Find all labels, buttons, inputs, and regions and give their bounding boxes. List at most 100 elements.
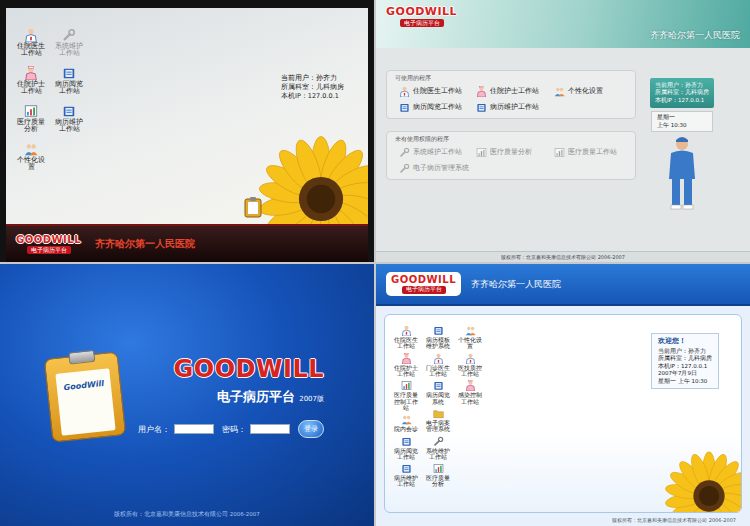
desktop-icon[interactable]: 个性化设置 — [16, 142, 46, 172]
footer: 版权所有：北京嘉和美康信息技术有限公司 2006-2007 — [376, 251, 750, 262]
doctor-icon — [24, 28, 38, 42]
desktop-icon[interactable]: 医疗质量分析 — [425, 463, 451, 488]
chart-icon — [433, 463, 444, 474]
book-icon — [401, 436, 412, 447]
clipboard-icon — [244, 196, 262, 218]
nurse-icon — [476, 86, 487, 97]
doctor-icon — [401, 325, 412, 336]
bottom-bar: GOODWILL电子病历平台齐齐哈尔第一人民医院 — [6, 224, 368, 262]
desktop-icon[interactable]: 病历阅览系统 — [425, 380, 451, 405]
screenshot-collage: 住院医生工作站住院护士工作站医疗质量分析个性化设置系统维护工作站病历阅览工作站病… — [0, 0, 750, 526]
footer: 版权所有：北京嘉和美康信息技术有限公司 2006-2007 — [0, 511, 374, 526]
folder-icon — [433, 408, 444, 419]
desktop-icon[interactable]: 病历阅览工作站 — [54, 66, 84, 96]
chart-icon — [476, 147, 487, 158]
clipboard-icon: GoodWill — [44, 352, 126, 443]
password-input[interactable] — [250, 424, 290, 434]
desktop-icon[interactable]: 院内会诊 — [393, 414, 419, 432]
desktop-icon[interactable]: 电子病案管理系统 — [425, 408, 451, 433]
goodwill-logo: GOODWILL — [174, 356, 324, 382]
icon-grid: 住院医生工作站住院护士工作站医疗质量控制工作站院内会诊病历阅览工作站病历维护工作… — [393, 325, 483, 502]
program-item[interactable]: 病历维护工作站 — [476, 102, 549, 113]
username-input[interactable] — [174, 424, 214, 434]
hospital-name: 齐齐哈尔第一人民医院 — [95, 237, 195, 251]
desktop-icon[interactable]: 病历维护工作站 — [54, 104, 84, 134]
goodwill-logo: GOODWILL电子病历平台 — [16, 234, 81, 254]
desktop-icon[interactable]: 感染控制工作站 — [457, 380, 483, 405]
welcome-box: 欢迎您！当前用户：孙齐力所属科室：儿科病房本机IP：127.0.0.12007年… — [651, 333, 719, 389]
desktop-icon[interactable]: 系统维护工作站 — [425, 436, 451, 461]
doctor-icon — [465, 353, 476, 364]
nurse-icon — [662, 135, 702, 211]
doctor-icon — [399, 86, 410, 97]
users-icon — [24, 142, 38, 156]
program-item: 医疗质量工作站 — [554, 147, 627, 158]
desktop-icon[interactable]: 医疗质量控制工作站 — [393, 380, 419, 411]
goodwill-logo: GOODWILL电子病历平台 — [386, 6, 457, 27]
sunflower-icon — [256, 134, 368, 224]
login-screen: GoodWill GOODWILL 电子病历平台2007版用户名：密码：登录版权所有… — [0, 264, 374, 526]
time-card: 星期一上午 10:30 — [651, 111, 713, 132]
desktop-icon[interactable]: 住院护士工作站 — [393, 353, 419, 378]
login-form: 用户名：密码：登录 — [138, 420, 324, 438]
tool-icon — [62, 28, 76, 42]
desktop-icon[interactable]: 门诊医生工作站 — [425, 353, 451, 378]
header: GOODWILL电子病历平台 齐齐哈尔第一人民医院 — [376, 264, 750, 306]
tool-icon — [399, 163, 410, 174]
book-icon — [399, 102, 410, 113]
program-item: 医疗质量分析 — [476, 147, 549, 158]
desktop-area: 住院医生工作站住院护士工作站医疗质量分析个性化设置 系统维护工作站病历阅览工作站病… — [6, 8, 368, 224]
users-icon — [401, 414, 412, 425]
desktop-icon[interactable]: 病历阅览工作站 — [393, 436, 419, 461]
users-icon — [465, 325, 476, 336]
book-icon — [476, 102, 487, 113]
desktop-icon[interactable]: 医技质控工作站 — [457, 353, 483, 378]
nurse-icon — [401, 353, 412, 364]
user-info: 当前用户：孙齐力所属科室：儿科病房本机IP：127.0.0.1 — [281, 74, 344, 100]
icon-grid: 住院医生工作站住院护士工作站医疗质量分析个性化设置 系统维护工作站病历阅览工作站病… — [16, 28, 84, 214]
hospital-name: 齐齐哈尔第一人民医院 — [471, 278, 561, 291]
goodwill-logo: GOODWILL电子病历平台 — [391, 274, 456, 293]
hospital-name: 齐齐哈尔第一人民医院 — [650, 29, 740, 42]
blue-desktop: GOODWILL电子病历平台齐齐哈尔第一人民医院住院医生工作站住院护士工作站医疗… — [376, 264, 750, 526]
desktop-icon[interactable]: 住院医生工作站 — [16, 28, 46, 58]
desktop-icon[interactable]: 病历维护工作站 — [393, 463, 419, 488]
desktop-icon[interactable]: 系统维护工作站 — [54, 28, 84, 58]
program-item[interactable]: 住院护士工作站 — [476, 86, 549, 97]
footer: 版权所有：北京嘉和美康信息技术有限公司 2006-2007 — [376, 515, 750, 526]
tool-icon — [433, 436, 444, 447]
program-item: 系统维护工作站 — [399, 147, 472, 158]
book-icon — [433, 325, 444, 336]
users-icon — [554, 86, 565, 97]
sunflower-icon — [663, 450, 742, 513]
product-title: 电子病历平台2007版 — [217, 388, 324, 406]
chart-icon — [401, 380, 412, 391]
desktop-icon[interactable]: 医疗质量分析 — [16, 104, 46, 134]
desktop-card: 住院医生工作站住院护士工作站医疗质量控制工作站院内会诊病历阅览工作站病历维护工作… — [384, 314, 742, 513]
chart-icon — [24, 104, 38, 118]
program-item[interactable]: 住院医生工作站 — [399, 86, 472, 97]
book-icon — [433, 380, 444, 391]
user-card: 当前用户：孙齐力所属科室：儿科病房本机IP：127.0.0.1 — [650, 78, 714, 108]
panels-desktop: GOODWILL电子病历平台齐齐哈尔第一人民医院可使用的程序住院医生工作站住院护… — [376, 0, 750, 262]
desktop-icon[interactable]: 个性化设置 — [457, 325, 483, 350]
chart-icon — [554, 147, 565, 158]
available-panel: 可使用的程序住院医生工作站住院护士工作站个性化设置病历阅览工作站病历维护工作站 — [386, 70, 636, 119]
book-icon — [62, 104, 76, 118]
login-button[interactable]: 登录 — [298, 420, 324, 438]
classic-desktop: 住院医生工作站住院护士工作站医疗质量分析个性化设置 系统维护工作站病历阅览工作站病… — [0, 0, 374, 262]
tool-icon — [399, 147, 410, 158]
nurse-icon — [24, 66, 38, 80]
program-item: 电子病历管理系统 — [399, 163, 472, 174]
header: GOODWILL电子病历平台齐齐哈尔第一人民医院 — [376, 0, 750, 48]
desktop-icon[interactable]: 病历模板维护系统 — [425, 325, 451, 350]
desktop-icon[interactable]: 住院护士工作站 — [16, 66, 46, 96]
desktop-icon[interactable]: 住院医生工作站 — [393, 325, 419, 350]
program-item[interactable]: 病历阅览工作站 — [399, 102, 472, 113]
unavailable-panel: 未有使用权限的程序系统维护工作站医疗质量分析医疗质量工作站电子病历管理系统 — [386, 131, 636, 180]
program-item[interactable]: 个性化设置 — [554, 86, 627, 97]
book-icon — [62, 66, 76, 80]
book-icon — [401, 463, 412, 474]
nurse-icon — [465, 380, 476, 391]
doctor-icon — [433, 353, 444, 364]
